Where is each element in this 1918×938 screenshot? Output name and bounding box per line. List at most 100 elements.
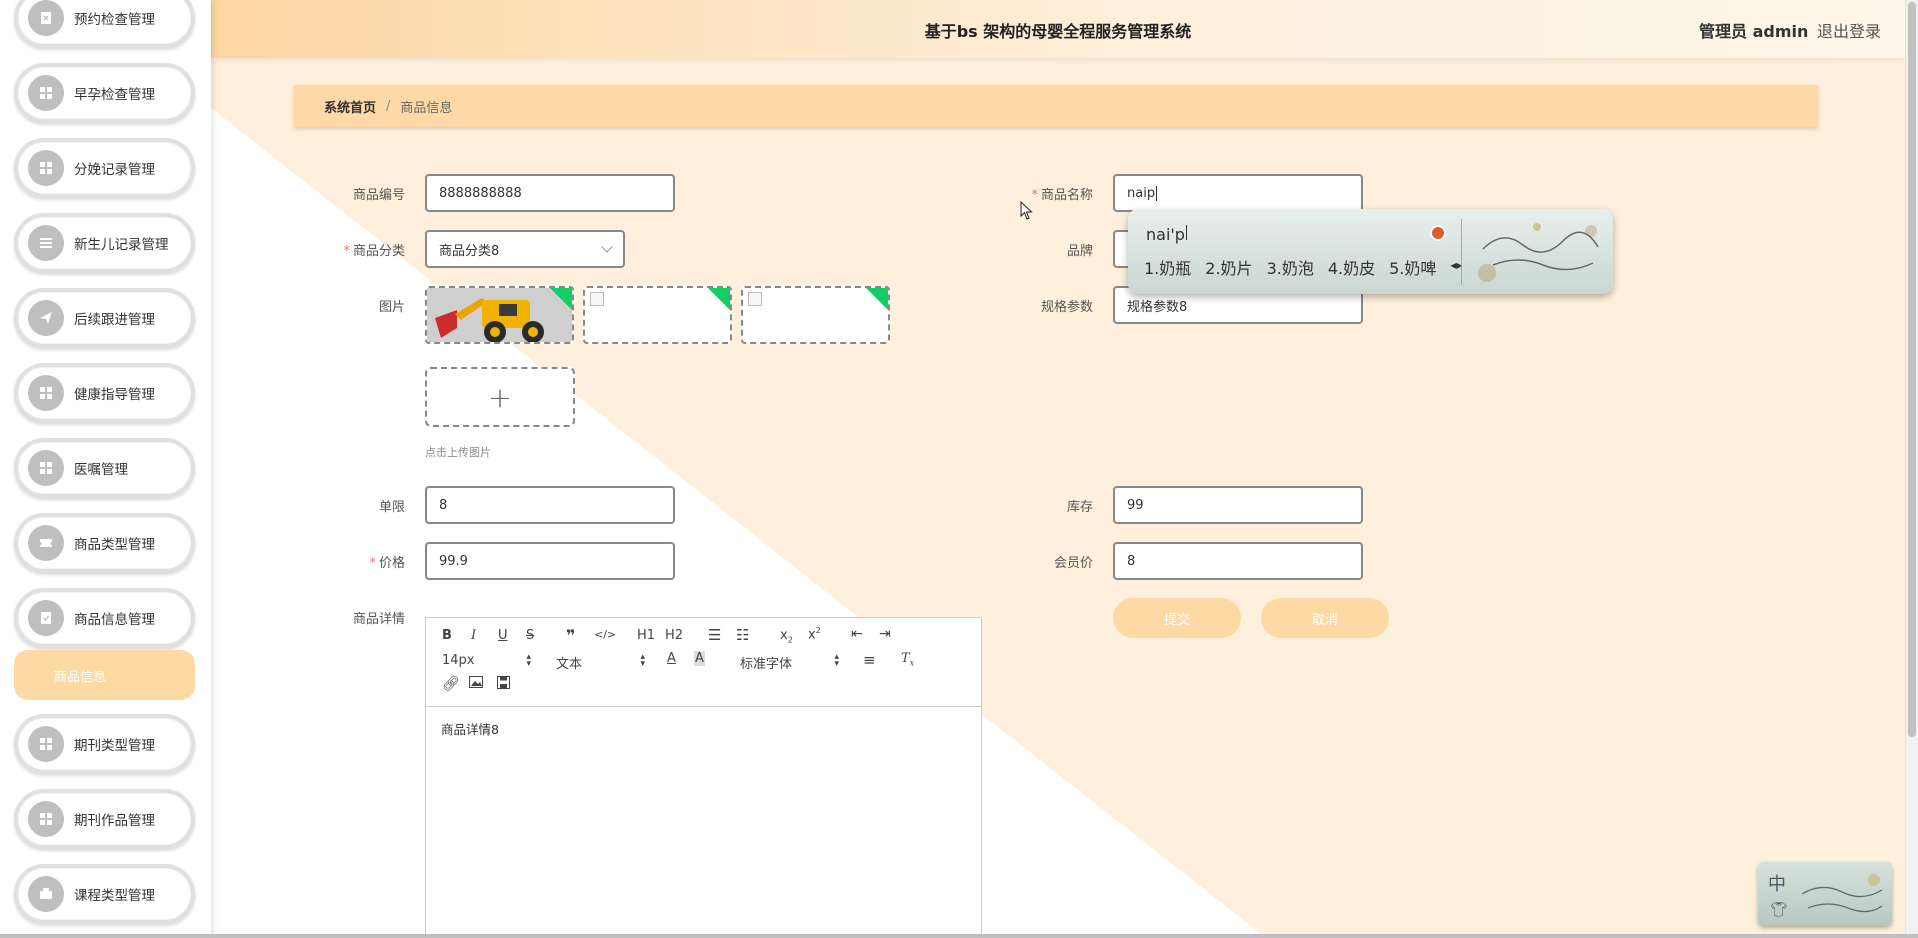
cancel-button[interactable]: 取消: [1261, 598, 1389, 638]
grid-icon: [28, 801, 64, 837]
breadcrumb-home[interactable]: 系统首页: [324, 97, 376, 116]
sidebar-item-product-type[interactable]: 商品类型管理: [14, 513, 195, 573]
heading-select[interactable]: 文本 ▴ ▾: [556, 653, 645, 673]
image-label: 图片: [378, 300, 405, 315]
ime-composition: nai'p: [1146, 225, 1187, 244]
breadcrumb-current: 商品信息: [400, 100, 453, 116]
video-icon[interactable]: [497, 676, 510, 693]
sidebar-item-follow-up[interactable]: 后续跟进管理: [14, 288, 195, 348]
font-size-select[interactable]: 14px ▴ ▾: [442, 653, 531, 669]
strike-button[interactable]: S: [526, 628, 534, 643]
member-price-input[interactable]: 8: [1113, 542, 1363, 580]
page-scrollbar[interactable]: [1905, 0, 1918, 938]
superscript-icon[interactable]: x2: [808, 626, 821, 642]
image-icon[interactable]: [469, 676, 483, 692]
top-header: 基于bs 架构的母婴全程服务管理系统 管理员 admin 退出登录: [211, 0, 1905, 58]
admin-user-label: 管理员 admin: [1699, 22, 1809, 41]
upload-success-corner: [548, 288, 572, 312]
sidebar-item-health-guide[interactable]: 健康指导管理: [14, 363, 195, 423]
price-input[interactable]: 99.9: [425, 542, 675, 580]
sidebar-subitem-product-info[interactable]: 商品信息: [14, 650, 195, 700]
link-icon[interactable]: 🔗︎: [442, 676, 460, 692]
image-thumbnail-1[interactable]: [425, 286, 574, 344]
grid-icon: [28, 726, 64, 762]
select-arrows-icon: ▴ ▾: [526, 652, 531, 669]
font-color-icon[interactable]: A: [667, 651, 676, 666]
stock-label: 库存: [1066, 500, 1093, 515]
indent-icon[interactable]: ⇥: [879, 626, 891, 642]
ime-candidate[interactable]: 1.奶瓶: [1144, 255, 1191, 279]
plus-icon: +: [488, 380, 512, 414]
rich-text-editor: B I U S ❞ </> H1 H2 ☰ ☷ x2 x2 ⇤ ⇥ 14px ▴ ▾…: [425, 617, 982, 938]
ime-divider: [1461, 219, 1462, 285]
clear-format-icon[interactable]: Tx: [901, 651, 914, 668]
upload-image-button[interactable]: +: [425, 367, 575, 427]
detail-label: 商品详情: [352, 612, 405, 627]
sidebar-item-medical-orders[interactable]: 医嘱管理: [14, 438, 195, 498]
ime-status-art: [1801, 874, 1883, 913]
logout-link[interactable]: 退出登录: [1817, 18, 1881, 42]
image-thumbnail-2[interactable]: [583, 286, 732, 344]
ordered-list-icon[interactable]: ☰: [708, 626, 721, 644]
select-arrows-icon: ▴ ▾: [640, 652, 645, 669]
ime-candidate[interactable]: 2.奶片: [1205, 255, 1252, 279]
code-icon[interactable]: </>: [594, 628, 616, 641]
product-category-select[interactable]: 商品分类8: [425, 230, 625, 268]
sidebar-item-journal-works[interactable]: 期刊作品管理: [14, 789, 195, 849]
sidebar: 预约检查管理 早孕检查管理 分娩记录管理 新生儿记录管理 后续跟进管理 健康指导…: [0, 0, 211, 938]
grid-icon: [28, 75, 64, 111]
ime-skin-icon[interactable]: 👕︎: [1770, 902, 1788, 918]
ime-mode-indicator[interactable]: 中: [1768, 870, 1786, 896]
ime-candidate-popup: nai'p 1.奶瓶 2.奶片 3.奶泡 4.奶皮 5.奶啤 ◂▸: [1128, 209, 1613, 294]
product-category-label: * 商品分类: [343, 244, 405, 259]
ime-candidate[interactable]: 5.奶啤: [1389, 255, 1436, 279]
limit-input[interactable]: 8: [425, 486, 675, 524]
upload-hint: 点击上传图片: [425, 446, 491, 459]
stock-input[interactable]: 99: [1113, 486, 1363, 524]
ime-status-bar[interactable]: 中 👕︎: [1758, 862, 1892, 926]
align-icon[interactable]: ≡: [863, 651, 876, 669]
brand-label: 品牌: [1066, 244, 1093, 259]
sidebar-item-journal-type[interactable]: 期刊类型管理: [14, 714, 195, 774]
editor-toolbar: B I U S ❞ </> H1 H2 ☰ ☷ x2 x2 ⇤ ⇥ 14px ▴ ▾…: [426, 618, 981, 707]
sidebar-item-delivery-record[interactable]: 分娩记录管理: [14, 138, 195, 198]
blockquote-icon[interactable]: ❞: [566, 626, 575, 645]
product-code-input[interactable]: 8888888888: [425, 174, 675, 212]
sidebar-item-newborn-record[interactable]: 新生儿记录管理: [14, 213, 195, 273]
subscript-icon[interactable]: x2: [780, 628, 793, 645]
list-icon: [28, 225, 64, 261]
h1-button[interactable]: H1: [637, 628, 655, 643]
checklist-icon: [28, 600, 64, 636]
underline-button[interactable]: U: [498, 628, 508, 643]
breadcrumb-separator: /: [386, 98, 391, 114]
sidebar-item-course-type[interactable]: 课程类型管理: [14, 864, 195, 924]
font-family-select[interactable]: 标准字体 ▴ ▾: [740, 653, 839, 673]
italic-button[interactable]: I: [471, 628, 476, 643]
sidebar-item-product-info[interactable]: 商品信息管理: [14, 588, 195, 648]
price-label: * 价格: [369, 556, 405, 571]
outdent-icon[interactable]: ⇤: [851, 626, 863, 642]
chevron-down-icon: [601, 241, 613, 253]
ime-candidate[interactable]: 4.奶皮: [1328, 255, 1375, 279]
product-name-input[interactable]: naip: [1113, 174, 1363, 212]
sidebar-item-early-pregnancy[interactable]: 早孕检查管理: [14, 63, 195, 123]
ticket-icon: [28, 525, 64, 561]
member-price-label: 会员价: [1053, 556, 1093, 571]
text-caret: [1185, 225, 1187, 240]
bold-button[interactable]: B: [442, 628, 452, 643]
image-thumbnail-3[interactable]: [741, 286, 890, 344]
system-title: 基于bs 架构的母婴全程服务管理系统: [924, 22, 1192, 41]
background-color-icon[interactable]: A: [694, 651, 705, 666]
bullet-list-icon[interactable]: ☷: [736, 626, 749, 644]
h2-button[interactable]: H2: [665, 628, 683, 643]
product-code-label: 商品编号: [352, 188, 405, 203]
ime-candidate[interactable]: 3.奶泡: [1267, 255, 1314, 279]
sidebar-item-appointment-check[interactable]: 预约检查管理: [14, 0, 195, 48]
document-icon: [28, 0, 64, 36]
editor-content-area[interactable]: 商品详情8: [426, 707, 981, 750]
spec-label: 规格参数: [1040, 300, 1093, 315]
window-bottom-edge: [0, 934, 1918, 938]
broken-image-icon: [748, 292, 762, 306]
scrollbar-thumb[interactable]: [1908, 2, 1916, 737]
submit-button[interactable]: 提交: [1113, 598, 1241, 638]
